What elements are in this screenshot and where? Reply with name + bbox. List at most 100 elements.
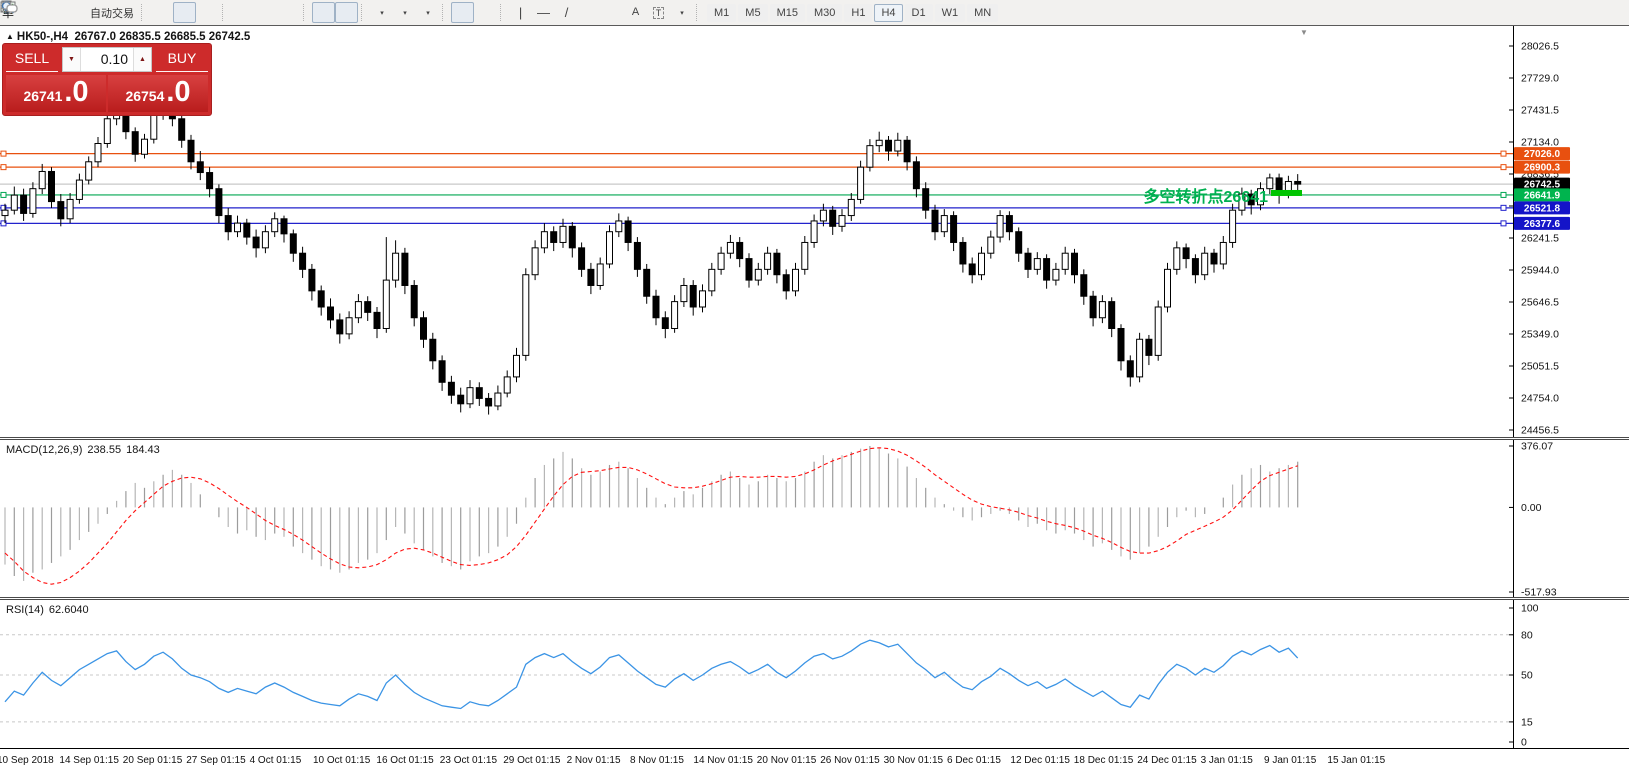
- rsi-name: RSI(14): [6, 604, 44, 616]
- svg-text:0.00: 0.00: [1521, 502, 1542, 514]
- sell-button[interactable]: SELL: [6, 47, 58, 72]
- zoom-out-button[interactable]: [254, 2, 277, 23]
- svg-text:27729.0: 27729.0: [1521, 73, 1559, 85]
- collapse-triangle-icon[interactable]: ▲: [6, 32, 14, 41]
- toolbar-separator: [303, 4, 308, 21]
- svg-text:27026.0: 27026.0: [1524, 149, 1561, 160]
- toolbar: 单 自动交易 ▾ ▾: [0, 0, 1629, 26]
- svg-text:26641.9: 26641.9: [1524, 190, 1561, 201]
- timeframe-button-h1[interactable]: H1: [844, 4, 872, 22]
- equidistant-channel-button[interactable]: E: [578, 2, 601, 23]
- rsi-pane[interactable]: 1008050150 RSI(14)62.6040: [0, 600, 1629, 748]
- text-label-button[interactable]: T: [647, 2, 670, 23]
- timeframe-button-m5[interactable]: M5: [738, 4, 767, 22]
- text-icon: A: [632, 7, 639, 18]
- svg-text:26377.6: 26377.6: [1524, 219, 1561, 230]
- macd-pane[interactable]: 376.070.00-517.93 MACD(12,26,9)238.55184…: [0, 440, 1629, 597]
- toolbar-separator: [500, 4, 505, 21]
- timeframe-button-w1[interactable]: W1: [935, 4, 966, 22]
- x-axis-label: 4 Oct 01:15: [250, 755, 302, 766]
- svg-text:25944.0: 25944.0: [1521, 265, 1559, 277]
- search-button[interactable]: [1567, 2, 1590, 23]
- x-axis-label: 10 Sep 2018: [0, 755, 54, 766]
- timeframe-button-m30[interactable]: M30: [807, 4, 842, 22]
- macd-canvas[interactable]: 376.070.00-517.93: [0, 440, 1629, 597]
- volume-input[interactable]: 0.10: [81, 48, 133, 71]
- x-axis-label: 24 Dec 01:15: [1137, 755, 1197, 766]
- tile-windows-button[interactable]: [277, 2, 300, 23]
- svg-text:80: 80: [1521, 629, 1533, 641]
- x-axis-label: 6 Dec 01:15: [947, 755, 1001, 766]
- volume-decrease-button[interactable]: ▼: [63, 48, 81, 71]
- autotrading-button[interactable]: 自动交易: [86, 2, 138, 23]
- trendline-button[interactable]: /: [555, 2, 578, 23]
- timeframe-button-mn[interactable]: MN: [967, 4, 998, 22]
- arrows-button[interactable]: ▾: [670, 2, 693, 23]
- toolbar-separator: [696, 4, 701, 21]
- macd-value-signal: 184.43: [126, 444, 160, 456]
- rsi-canvas[interactable]: 1008050150: [0, 600, 1629, 748]
- templates-button[interactable]: ▾: [416, 2, 439, 23]
- chart-shift-button[interactable]: [335, 2, 358, 23]
- toolbar-separator: [222, 4, 227, 21]
- scroll-to-end-icon[interactable]: ▼: [1300, 28, 1308, 37]
- signals-button[interactable]: [63, 2, 86, 23]
- main-chart-canvas[interactable]: 28026.527729.027431.527134.026836.526539…: [0, 26, 1629, 437]
- fibonacci-button[interactable]: F: [601, 2, 624, 23]
- market-depth-button[interactable]: [40, 2, 63, 23]
- toolbar-separator: [361, 4, 366, 21]
- periods-button[interactable]: ▾: [393, 2, 416, 23]
- line-chart-button[interactable]: [196, 2, 219, 23]
- buy-price-tile[interactable]: 26754 .0: [108, 75, 208, 112]
- timeframe-button-d1[interactable]: D1: [905, 4, 933, 22]
- x-axis-label: 3 Jan 01:15: [1201, 755, 1253, 766]
- sell-price-dec: .0: [64, 75, 88, 109]
- order-ticket-button[interactable]: [17, 2, 40, 23]
- auto-scroll-button[interactable]: [312, 2, 335, 23]
- x-axis-label: 30 Nov 01:15: [884, 755, 944, 766]
- bar-chart-button[interactable]: [150, 2, 173, 23]
- timeframe-button-h4[interactable]: H4: [874, 4, 902, 22]
- svg-text:100: 100: [1521, 603, 1539, 615]
- macd-name: MACD(12,26,9): [6, 444, 82, 456]
- new-chart-button[interactable]: ▾: [370, 2, 393, 23]
- toolbar-separator: [442, 4, 447, 21]
- x-axis-label: 12 Dec 01:15: [1010, 755, 1070, 766]
- horizontal-line-button[interactable]: —: [532, 2, 555, 23]
- text-button[interactable]: A: [624, 2, 647, 23]
- svg-text:27431.5: 27431.5: [1521, 105, 1559, 117]
- timeframe-button-m1[interactable]: M1: [707, 4, 736, 22]
- zoom-in-button[interactable]: [231, 2, 254, 23]
- cursor-button[interactable]: [451, 2, 474, 23]
- macd-value-main: 238.55: [87, 444, 121, 456]
- svg-text:376.07: 376.07: [1521, 441, 1553, 453]
- x-axis-label: 18 Dec 01:15: [1074, 755, 1134, 766]
- candlestick-chart-button[interactable]: [173, 2, 196, 23]
- crosshair-button[interactable]: [474, 2, 497, 23]
- pane-splitter[interactable]: [0, 597, 1629, 600]
- svg-text:24754.0: 24754.0: [1521, 393, 1559, 405]
- rsi-value: 62.6040: [49, 604, 89, 616]
- x-axis-label: 15 Jan 01:15: [1327, 755, 1385, 766]
- sell-price-tile[interactable]: 26741 .0: [6, 75, 106, 112]
- x-axis-label: 27 Sep 01:15: [186, 755, 246, 766]
- buy-price-dec: .0: [166, 75, 190, 109]
- pane-splitter[interactable]: [0, 437, 1629, 440]
- x-axis-label: 23 Oct 01:15: [440, 755, 497, 766]
- time-axis[interactable]: 10 Sep 201814 Sep 01:1520 Sep 01:1527 Se…: [0, 748, 1629, 773]
- svg-text:28026.5: 28026.5: [1521, 41, 1559, 53]
- vertical-line-button[interactable]: |: [509, 2, 532, 23]
- timeframe-button-m15[interactable]: M15: [770, 4, 805, 22]
- svg-text:15: 15: [1521, 716, 1533, 728]
- main-chart-pane[interactable]: 28026.527729.027431.527134.026836.526539…: [0, 26, 1629, 437]
- chat-button[interactable]: [1598, 2, 1621, 23]
- chat-icon: [0, 0, 18, 14]
- x-axis-label: 14 Sep 01:15: [59, 755, 119, 766]
- buy-button[interactable]: BUY: [156, 47, 208, 72]
- svg-text:25349.0: 25349.0: [1521, 329, 1559, 341]
- annotation-text[interactable]: 多空转折点26641: [1144, 183, 1269, 207]
- volume-increase-button[interactable]: ▲: [133, 48, 151, 71]
- chevron-down-icon: ▾: [380, 9, 384, 17]
- x-axis-label: 29 Oct 01:15: [503, 755, 560, 766]
- x-axis-label: 26 Nov 01:15: [820, 755, 880, 766]
